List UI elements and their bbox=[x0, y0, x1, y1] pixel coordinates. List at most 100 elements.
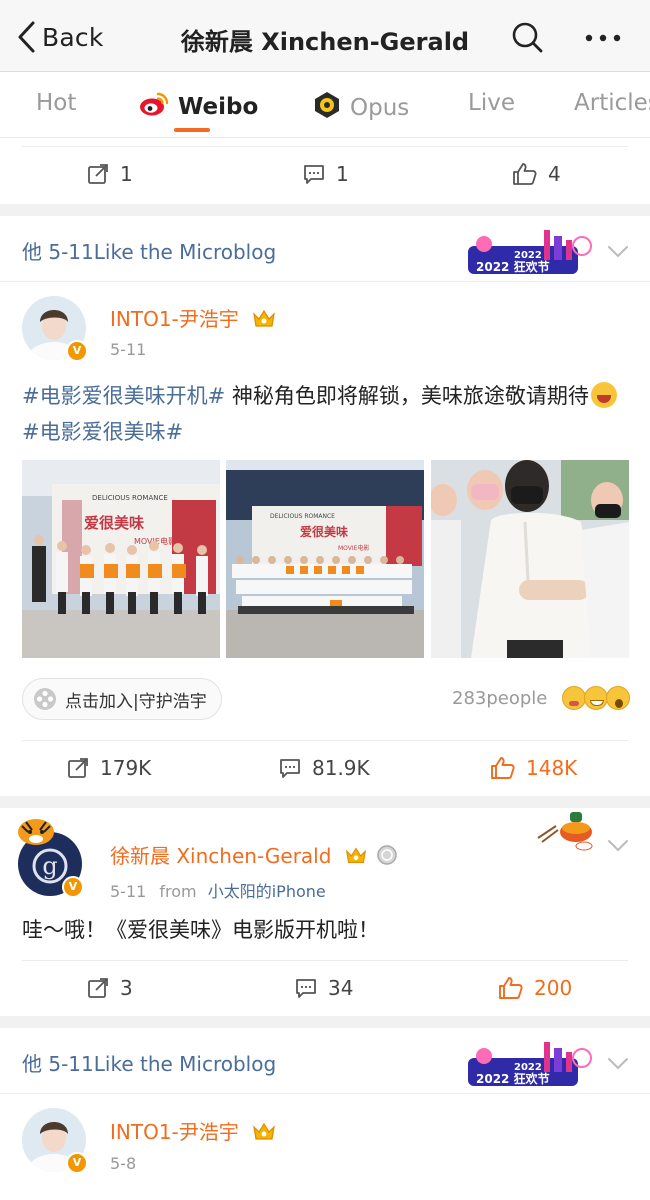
weibo-logo-icon bbox=[138, 90, 170, 124]
back-label: Back bbox=[42, 22, 104, 52]
post-card bbox=[0, 1094, 650, 1200]
tab-articles[interactable]: Articles bbox=[574, 90, 650, 116]
chevron-down-icon[interactable] bbox=[606, 1056, 630, 1072]
post-time: 5-11 bbox=[110, 882, 147, 901]
laughing-emoji-icon bbox=[590, 382, 617, 408]
avatar[interactable]: V bbox=[22, 1108, 88, 1174]
post-photo[interactable]: DELICIOUS ROMANCE 爱很美味 MOVIE电影 bbox=[226, 460, 424, 658]
tab-weibo-label: Weibo bbox=[178, 94, 259, 120]
comment-icon bbox=[280, 759, 300, 778]
post-text: 神秘角色即将解锁，美味旅途敬请期待 bbox=[225, 384, 589, 408]
svg-text:2022 狂欢节: 2022 狂欢节 bbox=[476, 259, 550, 274]
svg-text:g: g bbox=[42, 852, 57, 880]
comment-count: 1 bbox=[336, 162, 349, 186]
post-meta: 5-11 from 小太阳的iPhone bbox=[110, 878, 326, 902]
back-button[interactable]: Back bbox=[16, 20, 104, 54]
repost-button[interactable]: 179K bbox=[66, 740, 151, 796]
share-icon bbox=[88, 164, 108, 184]
photo-crowd: DELICIOUS ROMANCE 爱很美味 MOVIE电影 bbox=[226, 460, 424, 658]
chevron-down-icon[interactable] bbox=[606, 838, 630, 854]
post-time: 5-11 bbox=[110, 340, 147, 359]
hotpot-decoration-icon bbox=[537, 812, 593, 851]
chevron-left-icon bbox=[18, 21, 35, 53]
tab-articles-label: Articles bbox=[574, 90, 650, 116]
svg-text:爱很美味: 爱很美味 bbox=[84, 514, 144, 532]
promo-banner[interactable]: 2022 2022 狂欢节 bbox=[466, 228, 596, 278]
tab-weibo[interactable]: Weibo bbox=[138, 90, 258, 124]
promo-banner[interactable]: 2022 2022 狂欢节 bbox=[466, 1040, 596, 1090]
comment-button[interactable]: 1 bbox=[302, 146, 349, 202]
post-author[interactable]: 徐新晨 Xinchen-Gerald bbox=[110, 840, 398, 871]
post-author[interactable]: INTO1-尹浩宇 bbox=[110, 303, 277, 334]
like-button[interactable]: 4 bbox=[512, 146, 561, 202]
svg-text:DELICIOUS ROMANCE: DELICIOUS ROMANCE bbox=[92, 494, 168, 502]
grin-emoji-icon bbox=[584, 686, 608, 710]
repost-count: 179K bbox=[100, 756, 152, 780]
tiger-decoration-icon bbox=[18, 819, 54, 845]
svg-text:MOVIE电影: MOVIE电影 bbox=[338, 544, 369, 552]
opus-icon bbox=[312, 90, 342, 126]
post-author-name: INTO1-尹浩宇 bbox=[110, 1120, 239, 1144]
chevron-down-icon[interactable] bbox=[606, 244, 630, 260]
post-photo[interactable]: DELICIOUS ROMANCE 爱很美味 MOVIE电影 bbox=[22, 460, 220, 658]
repost-button[interactable]: 1 bbox=[86, 146, 133, 202]
source-prefix: from bbox=[159, 882, 197, 901]
search-icon bbox=[512, 22, 543, 53]
liked-by-text[interactable]: 他 5-11Like the Microblog bbox=[22, 236, 276, 265]
repost-button[interactable]: 3 bbox=[86, 960, 133, 1016]
profile-tabs: Hot Weibo Opus Live Articles bbox=[0, 72, 650, 138]
svg-text:爱很美味: 爱很美味 bbox=[300, 524, 348, 539]
navigation-bar: Back 徐新晨 Xinchen-Gerald bbox=[0, 0, 650, 72]
like-count: 148K bbox=[526, 756, 578, 780]
photo-event-group: DELICIOUS ROMANCE 爱很美味 MOVIE电影 bbox=[22, 460, 220, 658]
post-author[interactable]: INTO1-尹浩宇 bbox=[110, 1116, 277, 1147]
verified-badge-icon: V bbox=[62, 876, 84, 898]
thumbs-up-icon bbox=[491, 757, 515, 779]
liked-by-bar: 他 5-11Like the Microblog 2022 2022 狂欢节 bbox=[0, 216, 650, 282]
join-guard-chip[interactable]: 点击加入|守护浩宇 bbox=[22, 678, 222, 720]
liked-by-bar: 他 5-11Like the Microblog 2022 2022 狂欢节 bbox=[0, 1028, 650, 1094]
comment-button[interactable]: 34 bbox=[294, 960, 353, 1016]
repost-count: 1 bbox=[120, 162, 133, 186]
like-button[interactable]: 200 bbox=[498, 960, 572, 1016]
join-guard-label: 点击加入|守护浩宇 bbox=[65, 691, 207, 712]
liked-by-text[interactable]: 他 5-11Like the Microblog bbox=[22, 1048, 276, 1077]
post-source-link[interactable]: 小太阳的iPhone bbox=[208, 882, 326, 901]
promo-banner-image: 2022 2022 狂欢节 bbox=[468, 230, 592, 274]
avatar[interactable]: V bbox=[22, 296, 88, 362]
verified-badge-icon: V bbox=[66, 340, 88, 362]
hashtag-link[interactable]: #电影爱很美味# bbox=[22, 420, 183, 444]
promo-banner-image: 2022 2022 狂欢节 bbox=[468, 1042, 592, 1086]
tab-live[interactable]: Live bbox=[468, 90, 515, 116]
tab-opus[interactable]: Opus bbox=[312, 90, 409, 126]
more-dots-icon bbox=[585, 34, 621, 42]
photo-closeup bbox=[431, 460, 629, 658]
hashtag-link[interactable]: #电影爱很美味开机# bbox=[22, 384, 225, 408]
comment-icon bbox=[296, 979, 316, 998]
svg-text:2022 狂欢节: 2022 狂欢节 bbox=[476, 1071, 550, 1086]
thumbs-up-icon bbox=[499, 977, 523, 999]
tab-hot[interactable]: Hot bbox=[36, 90, 76, 116]
comment-button[interactable]: 81.9K bbox=[278, 740, 370, 796]
share-icon bbox=[88, 978, 108, 998]
vip-crown-icon bbox=[251, 1120, 277, 1147]
like-count: 200 bbox=[534, 976, 573, 1000]
comment-count: 34 bbox=[328, 976, 354, 1000]
like-count: 4 bbox=[548, 162, 561, 186]
repost-count: 3 bbox=[120, 976, 133, 1000]
participant-count: 283people bbox=[452, 688, 548, 709]
post-photo[interactable] bbox=[431, 460, 629, 658]
kiss-emoji-icon bbox=[562, 686, 586, 710]
surprised-emoji-icon bbox=[606, 686, 630, 710]
search-button[interactable] bbox=[508, 20, 548, 56]
previous-post-footer: 1 1 4 bbox=[0, 138, 650, 204]
active-tab-indicator bbox=[174, 128, 210, 132]
like-button[interactable]: 148K bbox=[490, 740, 577, 796]
avatar[interactable]: g V bbox=[18, 819, 84, 898]
comment-count: 81.9K bbox=[312, 756, 370, 780]
level-medal-icon bbox=[376, 844, 398, 871]
post-text: 哇～哦！《爱很美味》电影版开机啦！ bbox=[22, 918, 379, 942]
more-options-button[interactable] bbox=[580, 24, 626, 52]
post-body: #电影爱很美味开机# 神秘角色即将解锁，美味旅途敬请期待 #电影爱很美味# bbox=[22, 378, 632, 450]
post-author-name: 徐新晨 Xinchen-Gerald bbox=[110, 844, 332, 868]
